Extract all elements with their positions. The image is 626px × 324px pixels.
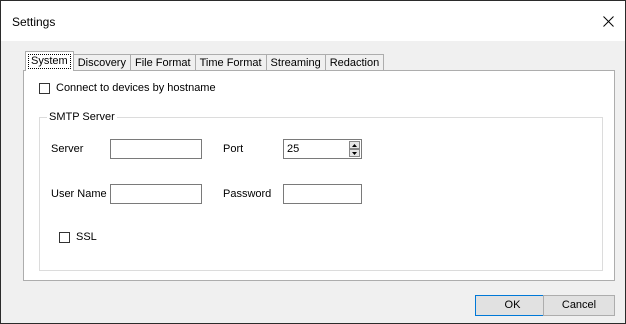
username-label: User Name <box>51 188 107 200</box>
cancel-button[interactable]: Cancel <box>543 295 615 316</box>
smtp-server-title: SMTP Server <box>47 111 117 123</box>
tab-redaction[interactable]: Redaction <box>324 54 385 71</box>
tab-time-format[interactable]: Time Format <box>194 54 267 71</box>
password-label: Password <box>223 188 272 200</box>
dialog-body: System Discovery File Format Time Format… <box>1 41 625 323</box>
ssl-checkbox[interactable] <box>59 232 70 243</box>
port-down-button[interactable] <box>349 149 360 157</box>
tab-system[interactable]: System <box>25 51 74 71</box>
chevron-down-icon <box>352 151 357 155</box>
connect-hostname-label: Connect to devices by hostname <box>56 82 216 94</box>
port-stepper[interactable]: 25 <box>283 139 362 159</box>
tab-file-format[interactable]: File Format <box>129 54 196 71</box>
tab-system-label: System <box>28 54 71 69</box>
window-title: Settings <box>12 15 56 29</box>
password-input[interactable] <box>283 184 362 204</box>
server-input[interactable] <box>110 139 202 159</box>
server-label: Server <box>51 143 84 155</box>
system-tab-panel: Connect to devices by hostname SMTP Serv… <box>23 70 615 281</box>
port-value: 25 <box>287 143 300 155</box>
title-bar: Settings <box>1 1 625 41</box>
ssl-label: SSL <box>76 231 97 243</box>
tab-strip: System Discovery File Format Time Format… <box>25 51 385 71</box>
port-spinner-buttons <box>349 141 360 157</box>
ok-button[interactable]: OK <box>475 295 550 316</box>
port-up-button[interactable] <box>349 141 360 149</box>
smtp-server-group: SMTP Server Server Port 25 User Name Pas… <box>39 111 603 271</box>
close-button[interactable] <box>591 1 625 41</box>
tab-discovery[interactable]: Discovery <box>72 54 131 71</box>
settings-dialog: Settings System Discovery File Format Ti… <box>0 0 626 324</box>
username-input[interactable] <box>110 184 202 204</box>
chevron-up-icon <box>352 143 357 147</box>
port-label: Port <box>223 143 244 155</box>
close-icon <box>602 15 614 27</box>
tab-streaming[interactable]: Streaming <box>265 54 326 71</box>
connect-hostname-checkbox[interactable] <box>39 83 50 94</box>
